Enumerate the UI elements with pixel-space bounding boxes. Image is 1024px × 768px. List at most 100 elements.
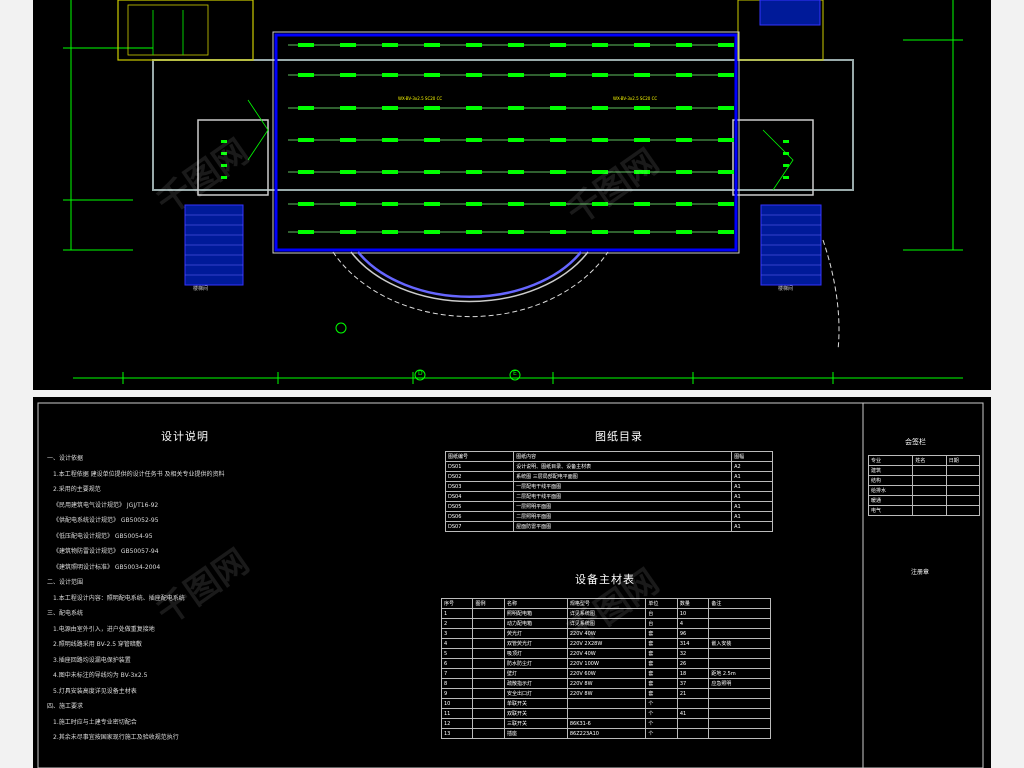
design-note-line: 《建筑物防雷设计规范》 GB50057-94 [53,548,159,555]
table-cell: 套 [645,638,678,649]
table-row: DS02 系统图 三层局部配电平面图 A1 [444,471,773,482]
fluorescent-fixture-icon [550,170,566,174]
table-cell: 套 [645,688,678,699]
table-cell: 三联开关 [503,718,568,729]
table-cell: 32 [676,648,710,659]
fluorescent-fixture-icon [424,138,440,142]
fluorescent-fixture-icon [634,138,650,142]
fluorescent-fixture-icon [382,230,398,234]
design-note-line: 3.插座回路均设漏电保护装置 [53,656,131,664]
floor-plan-panel: 楼梯间 楼梯间 WX-BV-3x2.5 SC20 CC WX-BV-3x2.5 … [33,0,991,390]
fluorescent-fixture-icon [634,43,650,47]
table-cell: 插座 [503,728,568,739]
table-header-row: 序号 图例 名称 规格型号 单位 数量 备注 [440,598,771,609]
table-cell [472,718,505,729]
design-note-line: 二、设计范围 [47,579,84,586]
table-cell [708,688,771,699]
equipment-table: 序号 图例 名称 规格型号 单位 数量 备注 1 照明配电箱 详见系统图台 10 2 动力配电箱 详见系统… [440,598,771,739]
fluorescent-fixture-icon [466,170,482,174]
fluorescent-fixture-icon [592,43,608,47]
table-cell: 系统图 三层局部配电平面图 [513,471,733,482]
fluorescent-fixture-icon [592,73,608,77]
table-cell: 18 [676,668,710,679]
table-cell [472,618,505,629]
fluorescent-fixture-icon [550,138,566,142]
fluorescent-fixture-icon [298,43,314,47]
table-cell [708,708,771,719]
table-cell: 建筑 [867,465,914,476]
table-cell [945,465,981,476]
table-cell: 电气 [867,505,914,516]
fluorescent-fixture-icon [382,170,398,174]
table-cell [472,678,505,689]
table-row: 5 吸顶灯 220V 40W 套 32 [440,648,771,659]
table-cell: 单联开关 [503,698,568,709]
table-cell: 220V 100W [566,658,647,669]
table-cell: 套 [645,658,678,669]
table-cell: 4 [440,638,474,649]
floor-plan-drawing [63,0,963,384]
design-note-line: 2.照明线路采用 BV-2.5 穿管暗敷 [53,641,142,648]
fluorescent-fixture-icon [634,106,650,110]
fluorescent-fixture-icon [634,73,650,77]
fluorescent-fixture-icon [718,73,734,77]
fluorescent-fixture-icon [718,202,734,206]
table-cell [708,658,771,669]
fluorescent-fixture-icon [634,202,650,206]
fluorescent-fixture-icon [508,170,524,174]
table-row: 暖通 [867,495,981,506]
fluorescent-fixture-icon [592,202,608,206]
table-cell: A2 [731,461,773,472]
fluorescent-fixture-icon [508,230,524,234]
fluorescent-fixture-icon [340,106,356,110]
design-note-line: 四、施工要求 [47,703,84,710]
table-cell: 2 [440,618,474,629]
fluorescent-fixture-icon [676,43,692,47]
table-cell [472,608,505,619]
design-notes-title: 设计说明 [161,430,209,443]
design-note-line: 5.灯具安装高度详见设备主材表 [53,687,137,695]
design-note-line: 2.其余未尽事宜按国家现行施工及验收规范执行 [53,734,179,741]
table-cell [912,485,947,496]
table-cell: DS03 [444,481,515,492]
design-note-line: 1.电源由室外引入，进户处做重复接地 [53,625,155,633]
fluorescent-fixture-icon [466,230,482,234]
table-cell: 双管荧光灯 [503,638,568,649]
table-cell: 37 [676,678,710,689]
table-cell: 6 [440,658,474,669]
table-header-cell: 姓名 [912,455,947,466]
fluorescent-fixture-icon [298,106,314,110]
table-cell: 给排水 [867,485,914,496]
stair-label-right: 楼梯间 [778,286,794,292]
fluorescent-fixture-icon [424,73,440,77]
axis-label-b: E [513,370,517,377]
table-cell: 吸顶灯 [503,648,568,659]
table-cell: 安全出口灯 [503,688,568,699]
table-cell: 220V 60W [566,668,647,679]
table-cell [708,648,771,659]
fluorescent-fixture-icon [718,43,734,47]
fluorescent-fixture-icon [298,202,314,206]
table-header-cell: 图纸编号 [444,451,515,462]
table-row: 电气 [867,505,981,516]
table-row: DS07 屋面防雷平面图 A1 [444,521,773,532]
table-header-cell: 数量 [676,598,710,609]
table-cell: 一层照明平面图 [513,501,733,512]
table-cell: 86Z223A10 [566,728,647,739]
fluorescent-fixture-icon [676,106,692,110]
table-cell: 套 [645,668,678,679]
fluorescent-fixture-icon [382,43,398,47]
table-header-cell: 图幅 [731,451,773,462]
table-cell [676,698,710,709]
fluorescent-fixture-icon [550,43,566,47]
table-cell: A1 [731,471,773,482]
table-cell: 结构 [867,475,914,486]
table-row: 11 双联开关 个 41 [440,708,771,719]
fluorescent-fixture-icon [340,170,356,174]
table-cell: 11 [440,708,474,719]
table-cell [472,698,505,709]
design-note-line: 一、设计依据 [47,455,84,462]
table-cell [708,618,771,629]
table-cell: 一层配电干线平面图 [513,481,733,492]
fluorescent-fixture-icon [340,202,356,206]
